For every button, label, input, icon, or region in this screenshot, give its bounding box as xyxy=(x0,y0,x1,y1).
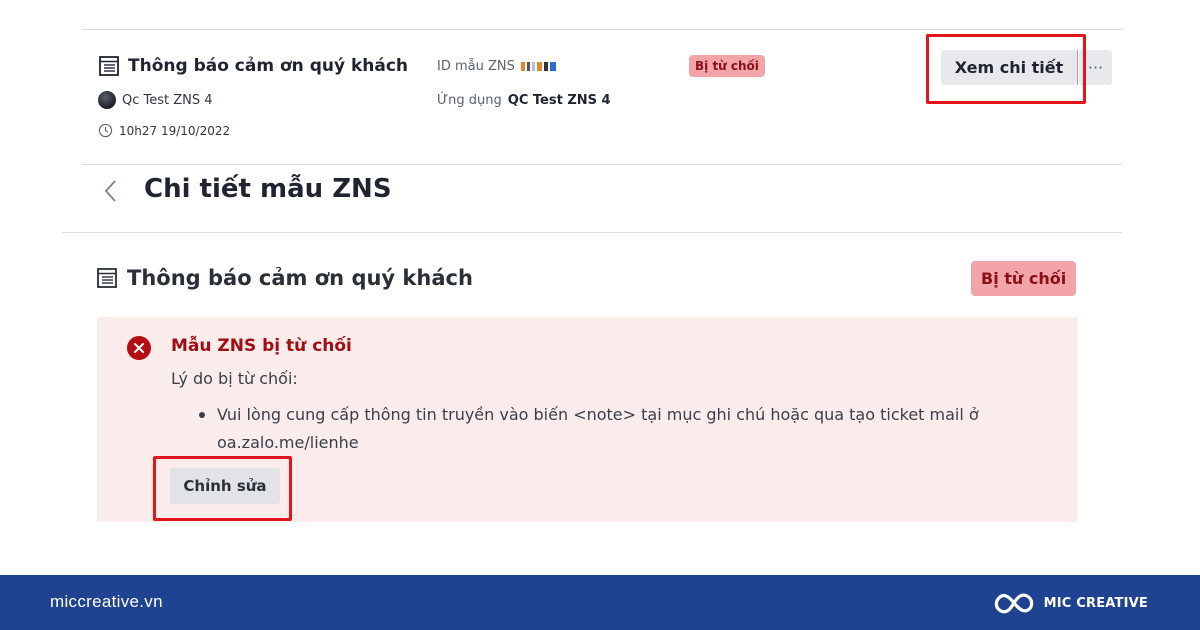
template-id-label: ID mẫu ZNS xyxy=(437,59,515,74)
timestamp-text: 10h27 19/10/2022 xyxy=(119,123,231,138)
rejection-reason-item: Vui lòng cung cấp thông tin truyền vào b… xyxy=(217,405,979,452)
card-title-text: Thông báo cảm ơn quý khách xyxy=(127,266,473,290)
footer-bar: miccreative.vn MIC CREATIVE xyxy=(0,575,1200,630)
template-title: Thông báo cảm ơn quý khách xyxy=(128,56,409,76)
more-options-button[interactable]: ··· xyxy=(1079,50,1112,85)
edit-button[interactable]: Chỉnh sửa xyxy=(170,468,280,504)
page-title: Chi tiết mẫu ZNS xyxy=(144,174,392,204)
status-badge: Bị từ chối xyxy=(689,55,765,77)
card-title: Thông báo cảm ơn quý khách xyxy=(96,266,473,290)
row-divider xyxy=(82,164,1122,165)
brand-name: MIC CREATIVE xyxy=(1043,595,1148,611)
top-divider xyxy=(82,29,1122,30)
document-icon xyxy=(99,56,119,76)
owner-name: Qc Test ZNS 4 xyxy=(122,92,213,108)
back-button[interactable] xyxy=(98,176,122,206)
clock-icon xyxy=(98,123,113,138)
footer-brand: MIC CREATIVE xyxy=(994,588,1148,618)
template-owner: Qc Test ZNS 4 xyxy=(98,91,213,109)
app-label: Ứng dụng xyxy=(437,93,502,108)
template-app: Ứng dụng QC Test ZNS 4 xyxy=(437,93,611,108)
template-timestamp: 10h27 19/10/2022 xyxy=(98,123,230,138)
chevron-left-icon xyxy=(104,180,116,202)
rejection-reason-label: Lý do bị từ chối: xyxy=(171,369,298,388)
view-details-button[interactable]: Xem chi tiết xyxy=(941,50,1077,85)
status-badge-large: Bị từ chối xyxy=(971,261,1077,296)
rejection-title: Mẫu ZNS bị từ chối xyxy=(171,336,352,356)
template-row-title[interactable]: Thông báo cảm ơn quý khách xyxy=(98,55,408,77)
list-bullet xyxy=(199,412,205,418)
document-icon xyxy=(97,268,117,288)
app-name: QC Test ZNS 4 xyxy=(507,93,611,108)
footer-site: miccreative.vn xyxy=(50,592,163,611)
header-divider xyxy=(62,232,1122,233)
template-id: ID mẫu ZNS xyxy=(437,59,556,74)
brand-logo-icon xyxy=(994,593,1033,614)
masked-id-value xyxy=(520,62,556,71)
error-circle-icon xyxy=(127,336,151,360)
avatar xyxy=(98,91,116,109)
button-separator xyxy=(1077,50,1078,85)
